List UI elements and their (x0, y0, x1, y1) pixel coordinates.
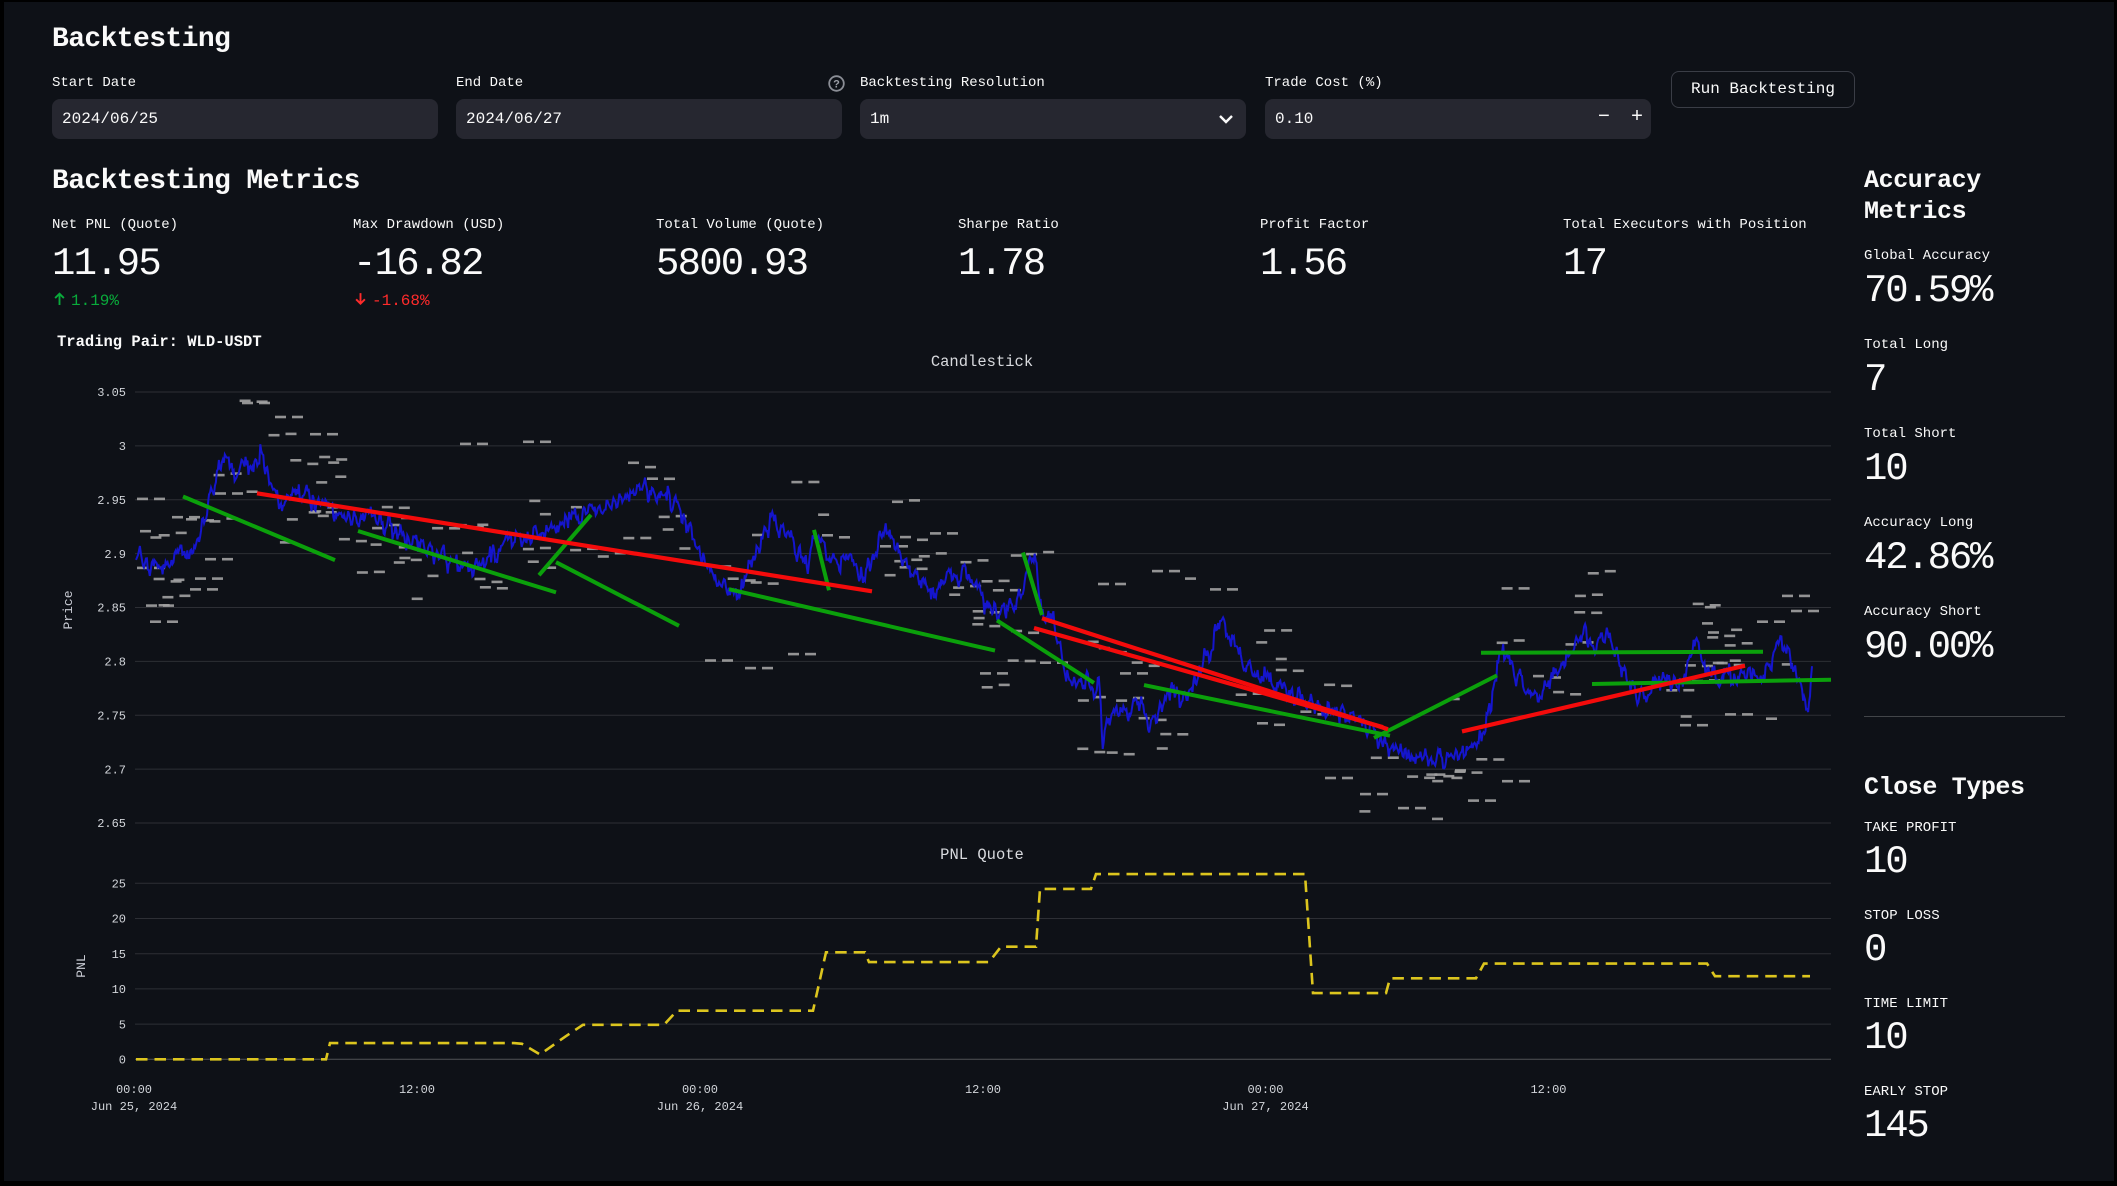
svg-text:00:00: 00:00 (116, 1083, 152, 1097)
svg-text:5: 5 (119, 1018, 126, 1032)
svg-text:25: 25 (112, 878, 126, 892)
svg-text:PNL: PNL (74, 954, 89, 977)
svg-text:PNL Quote: PNL Quote (940, 846, 1024, 864)
svg-text:00:00: 00:00 (1247, 1083, 1283, 1097)
svg-text:2.9: 2.9 (104, 548, 126, 562)
svg-text:Price: Price (61, 590, 76, 629)
svg-text:Jun 26, 2024: Jun 26, 2024 (657, 1100, 743, 1114)
svg-text:12:00: 12:00 (1530, 1083, 1566, 1097)
svg-text:3.05: 3.05 (97, 386, 126, 400)
svg-text:2.95: 2.95 (97, 494, 126, 508)
svg-text:2.85: 2.85 (97, 602, 126, 616)
svg-text:20: 20 (112, 913, 126, 927)
svg-text:2.75: 2.75 (97, 709, 126, 723)
svg-text:Candlestick: Candlestick (931, 353, 1033, 371)
svg-text:Jun 27, 2024: Jun 27, 2024 (1222, 1100, 1308, 1114)
svg-text:00:00: 00:00 (682, 1083, 718, 1097)
svg-text:Jun 25, 2024: Jun 25, 2024 (91, 1100, 177, 1114)
svg-text:12:00: 12:00 (965, 1083, 1001, 1097)
svg-text:3: 3 (119, 440, 126, 454)
svg-text:0: 0 (119, 1054, 126, 1068)
svg-text:15: 15 (112, 948, 126, 962)
svg-text:2.8: 2.8 (104, 656, 126, 670)
svg-text:2.65: 2.65 (97, 817, 126, 831)
svg-text:2.7: 2.7 (104, 763, 126, 777)
svg-text:12:00: 12:00 (399, 1083, 435, 1097)
svg-text:?: ? (833, 80, 840, 92)
svg-text:10: 10 (112, 983, 126, 997)
